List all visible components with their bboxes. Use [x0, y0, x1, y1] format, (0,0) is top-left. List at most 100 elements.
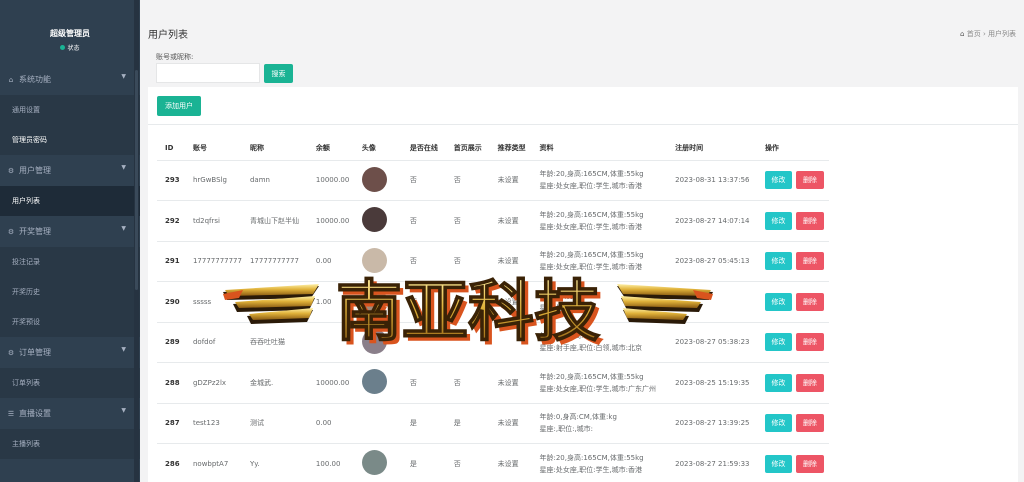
breadcrumb: ⌂ 首页 › 用户列表 — [960, 29, 1016, 39]
sidebar-group-label: 系统功能 — [19, 75, 51, 84]
sidebar-item[interactable]: 开奖预设 — [0, 307, 140, 337]
sidebar-item[interactable]: 主播列表 — [0, 429, 140, 459]
cell-info: 年龄:20,身高:165CM,体重:55kg 星座:处女座,职位:学生,城市:香港 — [531, 200, 668, 242]
panel-divider — [148, 124, 1018, 125]
watermark-logo: 南亚科技 南亚科技 — [223, 272, 713, 348]
delete-button[interactable]: 删除 — [795, 171, 824, 190]
sidebar-group[interactable]: ⚙ 订单管理 ▼ — [0, 337, 140, 368]
delete-button[interactable]: 删除 — [795, 292, 824, 311]
cell-register-time: 2023-08-25 15:19:35 — [667, 362, 757, 404]
cell-avatar — [353, 443, 402, 482]
cell-actions: 修改 删除 — [756, 443, 829, 482]
main-content: 用户列表 ⌂ 首页 › 用户列表 账号或昵称: 搜索 添加用户 ID 账号 昵称 余额… — [140, 0, 1024, 482]
cell-home-display: 否 — [445, 200, 490, 242]
info-line-2: 星座:处女座,职位:学生,城市:香港 — [539, 182, 643, 191]
column-header: 昵称 — [241, 137, 308, 161]
cell-account: nowbptA7 — [184, 443, 242, 482]
cell-online: 否 — [401, 160, 446, 201]
add-user-button[interactable]: 添加用户 — [157, 96, 201, 116]
table-row: 288 gDZPz2lx 金城武. 10000.00 否否未设置 年龄:20,身高:165… — [157, 362, 829, 404]
sidebar-item[interactable]: 用户列表 — [0, 186, 140, 216]
delete-button[interactable]: 删除 — [795, 333, 824, 352]
cell-avatar — [353, 160, 402, 201]
sidebar-group[interactable]: ⚙ 开奖管理 ▼ — [0, 216, 140, 247]
sidebar: 超级管理员 状态 ⌂ 系统功能 ▼ 通用设置 管理员密码 ⚙ 用户管理 ▼ 用户列表 ⚙ 开奖管理 ▼… — [0, 0, 140, 482]
edit-button[interactable]: 修改 — [764, 414, 792, 433]
info-line-1: 年龄:20,身高:165CM,体重:55kg — [539, 372, 644, 381]
avatar — [361, 409, 387, 435]
column-header: 是否在线 — [401, 137, 446, 161]
table-row: 292 td2qfrsi 青城山下赵半仙 10000.00 否否未设置 年龄:20,身高:… — [157, 200, 829, 242]
sidebar-item[interactable]: 投注记录 — [0, 247, 140, 277]
sidebar-item[interactable]: 订单列表 — [0, 368, 140, 398]
chevron-down-icon: ▼ — [121, 346, 126, 353]
sidebar-group[interactable]: ⌂ 系统功能 ▼ — [0, 64, 140, 95]
sidebar-group-label: 直播设置 — [19, 409, 51, 418]
delete-button[interactable]: 删除 — [795, 373, 824, 392]
sidebar-item[interactable]: 通用设置 — [0, 95, 140, 125]
sidebar-group[interactable]: ⚙ 用户管理 ▼ — [0, 155, 140, 186]
cell-recommend: 未设置 — [489, 362, 532, 404]
top-bar — [140, 0, 1024, 16]
cell-balance: 100.00 — [307, 443, 354, 482]
cell-account: gDZPz2lx — [184, 362, 242, 404]
cell-id: 286 — [157, 443, 185, 482]
home-icon[interactable]: ⌂ — [960, 30, 964, 38]
sidebar-group[interactable]: ☰ 直播设置 ▼ — [0, 398, 140, 429]
cell-online: 否 — [401, 200, 446, 242]
info-line-1: 年龄:20,身高:165CM,体重:55kg — [539, 170, 644, 179]
search-input[interactable] — [156, 63, 260, 83]
cell-home-display: 否 — [445, 362, 490, 404]
info-line-1: 年龄:20,身高:165CM,体重:55kg — [539, 210, 644, 219]
edit-button[interactable]: 修改 — [764, 171, 792, 190]
cell-recommend: 未设置 — [489, 443, 532, 482]
cell-recommend: 未设置 — [489, 200, 532, 242]
cell-avatar — [353, 362, 402, 404]
cell-balance: 0.00 — [307, 403, 354, 444]
search-button[interactable]: 搜索 — [264, 64, 293, 83]
edit-button[interactable]: 修改 — [764, 252, 792, 271]
cell-actions: 修改 删除 — [756, 281, 829, 323]
cell-account: hrGwBSlg — [184, 160, 242, 201]
column-header: 注册时间 — [667, 137, 757, 161]
delete-button[interactable]: 删除 — [795, 454, 824, 473]
delete-button[interactable]: 删除 — [795, 252, 824, 271]
cell-info: 年龄:20,身高:165CM,体重:55kg 星座:处女座,职位:学生,城市:香港 — [531, 160, 668, 201]
edit-button[interactable]: 修改 — [764, 211, 792, 230]
table-row: 287 test123 测试 0.00 是是未设置 年龄:0,身高:CM,体重:kg 星座:… — [157, 403, 829, 444]
delete-button[interactable]: 删除 — [795, 414, 824, 433]
edit-button[interactable]: 修改 — [764, 373, 792, 392]
edit-button[interactable]: 修改 — [764, 333, 792, 352]
column-header: 推荐类型 — [489, 137, 532, 161]
cell-nickname: Yy. — [241, 443, 308, 482]
admin-name[interactable]: 超级管理员 — [0, 28, 140, 39]
cell-id: 292 — [157, 200, 185, 242]
cell-avatar — [353, 200, 402, 242]
status-label: 状态 — [67, 45, 80, 52]
cell-nickname: 金城武. — [241, 362, 308, 404]
column-header: 头像 — [353, 137, 402, 161]
cell-recommend: 未设置 — [489, 160, 532, 201]
cell-balance: 10000.00 — [307, 200, 354, 242]
page-title: 用户列表 — [148, 30, 188, 41]
home-icon: ⌂ — [8, 75, 14, 84]
delete-button[interactable]: 删除 — [795, 211, 824, 230]
cell-register-time: 2023-08-27 14:07:14 — [667, 200, 757, 242]
edit-button[interactable]: 修改 — [764, 292, 792, 311]
gear-icon: ⚙ — [7, 227, 15, 236]
column-header: 账号 — [184, 137, 242, 161]
sidebar-item[interactable]: 管理员密码 — [0, 125, 140, 155]
breadcrumb-current: 用户列表 — [988, 30, 1016, 38]
cell-actions: 修改 删除 — [756, 403, 829, 444]
cell-account: td2qfrsi — [184, 200, 242, 242]
cell-register-time: 2023-08-27 13:39:25 — [667, 403, 757, 444]
sidebar-item[interactable]: 开奖历史 — [0, 277, 140, 307]
sidebar-scrollbar-thumb[interactable] — [135, 70, 138, 290]
breadcrumb-home[interactable]: 首页 — [967, 30, 981, 38]
info-line-2: 星座:处女座,职位:学生,城市:香港 — [539, 465, 643, 474]
cell-id: 293 — [157, 160, 185, 201]
info-line-2: 星座:处女座,职位:学生,城市:香港 — [539, 222, 643, 231]
info-line-1: 年龄:20,身高:165CM,体重:55kg — [539, 251, 644, 260]
cell-online: 是 — [401, 443, 446, 482]
edit-button[interactable]: 修改 — [764, 454, 792, 473]
